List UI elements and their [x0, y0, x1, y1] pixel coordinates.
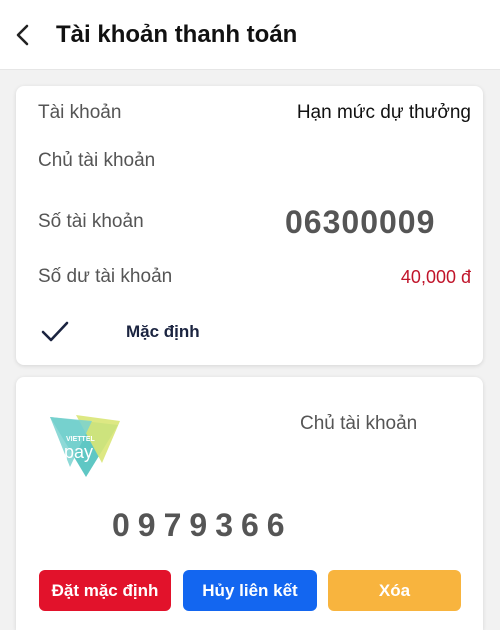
account-row: Tài khoản Hạn mức dự thưởng — [38, 102, 471, 124]
chevron-left-icon — [16, 24, 29, 45]
default-label: Mặc định — [126, 322, 200, 341]
account-number-row: Số tài khoản 06300009 — [38, 202, 471, 242]
balance-label: Số dư tài khoản — [38, 266, 173, 287]
default-indicator: Mặc định — [40, 320, 200, 344]
account-label: Tài khoản — [38, 102, 122, 123]
phone-number: 0979366 — [112, 507, 293, 543]
owner-label: Chủ tài khoản — [300, 413, 418, 434]
viettelpay-logo: VIETTEL pay — [50, 415, 120, 477]
account-card-reward[interactable]: Tài khoản Hạn mức dự thưởng Chủ tài khoả… — [16, 86, 483, 365]
checkmark-icon — [41, 321, 69, 342]
balance-row: Số dư tài khoản 40,000 đ — [38, 266, 471, 288]
balance-value: 40,000 đ — [400, 266, 471, 287]
set-default-button[interactable]: Đặt mặc định — [39, 570, 171, 611]
logo-text-main: pay — [64, 442, 93, 462]
page-title: Tài khoản thanh toán — [56, 20, 298, 48]
unlink-button[interactable]: Hủy liên kết — [183, 570, 317, 611]
account-card-viettelpay[interactable]: VIETTEL pay Chủ tài khoản 0979366 Đặt mặ… — [16, 377, 483, 630]
account-name: Hạn mức dự thưởng — [296, 102, 471, 123]
account-number-label: Số tài khoản — [38, 211, 144, 232]
back-button[interactable] — [0, 0, 46, 70]
account-number-value: 06300009 — [285, 203, 436, 240]
top-app-bar: Tài khoản thanh toán — [0, 0, 500, 70]
owner-label: Chủ tài khoản — [38, 150, 156, 171]
delete-button[interactable]: Xóa — [328, 570, 461, 611]
owner-row: Chủ tài khoản — [38, 150, 471, 172]
